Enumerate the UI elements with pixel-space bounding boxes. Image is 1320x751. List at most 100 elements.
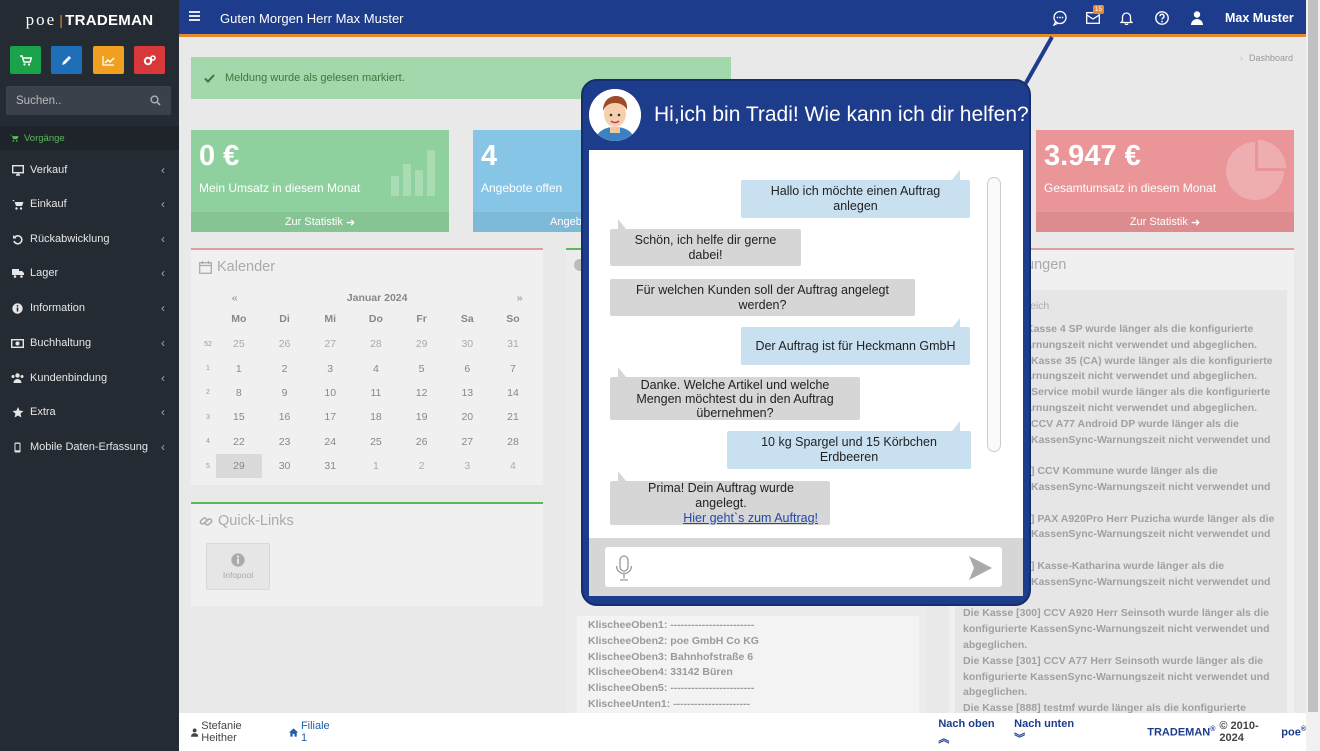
calendar-day[interactable]: 4: [353, 363, 399, 375]
calendar-day[interactable]: 25: [353, 436, 399, 448]
user-icon[interactable]: [1191, 11, 1203, 25]
chat-message-bot: Danke. Welche Artikel und welche Mengen …: [610, 377, 860, 420]
search-input[interactable]: Suchen..: [6, 86, 171, 115]
calendar-day[interactable]: 1: [353, 460, 399, 472]
send-icon[interactable]: [967, 555, 993, 581]
calendar-day[interactable]: 3: [444, 460, 490, 472]
chart-line-icon: [102, 55, 115, 66]
week-number: 4: [206, 438, 210, 446]
sidebar-section-vorgaenge[interactable]: Vorgänge: [0, 126, 179, 150]
weekday-label: Di: [279, 313, 290, 325]
user-name[interactable]: Max Muster: [1225, 11, 1294, 25]
quicklinks-title: Quick-Links: [218, 513, 294, 529]
sidebar-item-mobile-daten-erfassung[interactable]: Mobile Daten-Erfassung ‹: [0, 430, 179, 464]
calendar-day-today[interactable]: 29: [216, 454, 262, 479]
footer-branch-link[interactable]: Filiale 1: [301, 720, 335, 744]
star-icon: [12, 406, 23, 417]
sidebar-item-verkauf[interactable]: Verkauf ‹: [0, 153, 179, 187]
warning-line: abgeglichen.: [963, 638, 1028, 651]
sidebar-item-lager[interactable]: Lager ‹: [0, 256, 179, 290]
calendar-day[interactable]: 28: [490, 436, 536, 448]
week-number: 5: [206, 462, 210, 470]
calendar-day[interactable]: 24: [307, 436, 353, 448]
user-icon: [191, 727, 199, 737]
calendar-day[interactable]: 5: [399, 363, 445, 375]
calendar-day[interactable]: 31: [307, 460, 353, 472]
quick-cart-button[interactable]: [10, 46, 41, 74]
footer-brand: TRADEMAN®: [1147, 725, 1216, 739]
calendar-month[interactable]: Januar 2024: [255, 292, 499, 304]
top-header: Guten Morgen Herr Max Muster 15 Max Must…: [179, 0, 1306, 37]
page-scrollbar-thumb[interactable]: [1308, 0, 1318, 712]
calendar-day[interactable]: 10: [307, 387, 353, 399]
calendar-day[interactable]: 2: [262, 363, 308, 375]
nach-oben-link[interactable]: Nach oben ︽: [938, 718, 1002, 746]
tile-angebote-link[interactable]: Angeb: [473, 212, 583, 232]
calendar-day[interactable]: 6: [444, 363, 490, 375]
calendar-day[interactable]: 4: [490, 460, 536, 472]
nach-unten-link[interactable]: Nach unten ︾: [1014, 718, 1081, 746]
sidebar-item-kundenbindung[interactable]: Kundenbindung ‹: [0, 361, 179, 395]
calendar-day[interactable]: 11: [353, 387, 399, 399]
calendar-day[interactable]: 29: [399, 338, 445, 350]
quick-statistics-button[interactable]: [93, 46, 124, 74]
calendar-day[interactable]: 22: [216, 436, 262, 448]
calendar-day[interactable]: 17: [307, 411, 353, 423]
search-icon[interactable]: [150, 95, 161, 106]
calendar-day[interactable]: 20: [444, 411, 490, 423]
calendar-day[interactable]: 13: [444, 387, 490, 399]
sidebar-section-label: Vorgänge: [24, 132, 65, 144]
chat-icon[interactable]: [1052, 10, 1068, 26]
menu-toggle-icon[interactable]: [189, 11, 200, 21]
calendar-day[interactable]: 12: [399, 387, 445, 399]
calendar-day[interactable]: 14: [490, 387, 536, 399]
tile-statistik-link[interactable]: Zur Statistik ➜: [1036, 212, 1294, 232]
sidebar-item-extra[interactable]: Extra ‹: [0, 395, 179, 429]
sidebar-item-label: Extra: [30, 406, 56, 418]
calendar-day[interactable]: 1: [216, 363, 262, 375]
calendar-day[interactable]: 27: [307, 338, 353, 350]
sidebar-item-buchhaltung[interactable]: Buchhaltung ‹: [0, 326, 179, 360]
calendar-day[interactable]: 23: [262, 436, 308, 448]
tile-statistik-link[interactable]: Zur Statistik ➜: [191, 212, 449, 232]
calendar-prev-button[interactable]: «: [214, 292, 255, 304]
calendar-day[interactable]: 15: [216, 411, 262, 423]
chat-input[interactable]: [605, 547, 1002, 587]
brand-logo[interactable]: poe | TRADEMAN: [0, 0, 179, 40]
mobile-icon: [14, 442, 21, 452]
calendar-day[interactable]: 9: [262, 387, 308, 399]
calendar-next-button[interactable]: »: [499, 292, 540, 304]
calendar-day[interactable]: 25: [216, 338, 262, 350]
calendar-day[interactable]: 8: [216, 387, 262, 399]
calendar-day[interactable]: 30: [444, 338, 490, 350]
calendar-day[interactable]: 7: [490, 363, 536, 375]
calendar-day[interactable]: 31: [490, 338, 536, 350]
chat-scrollbar[interactable]: [987, 177, 1001, 452]
sidebar-item-rueckabwicklung[interactable]: Rückabwicklung ‹: [0, 222, 179, 256]
breadcrumb-dashboard[interactable]: Dashboard: [1249, 53, 1293, 63]
quick-settings-button[interactable]: [134, 46, 165, 74]
calendar-day[interactable]: 30: [262, 460, 308, 472]
warning-line: konfigurierte KassenSync-Warnungszeit ni…: [963, 670, 1270, 683]
calendar-day[interactable]: 26: [262, 338, 308, 350]
warnings-title: ungen: [1026, 257, 1067, 273]
microphone-icon[interactable]: [614, 555, 634, 582]
calendar-day[interactable]: 18: [353, 411, 399, 423]
bell-icon[interactable]: [1120, 11, 1133, 25]
sidebar-item-label: Kundenbindung: [30, 372, 108, 384]
quick-edit-button[interactable]: [51, 46, 82, 74]
quicklink-infopool[interactable]: Infopool: [206, 543, 270, 590]
calendar-day[interactable]: 27: [444, 436, 490, 448]
sidebar-item-einkauf[interactable]: Einkauf ‹: [0, 187, 179, 221]
calendar-day[interactable]: 3: [307, 363, 353, 375]
help-icon[interactable]: [1155, 11, 1169, 25]
calendar-day[interactable]: 19: [399, 411, 445, 423]
chat-order-link[interactable]: Hier geht`s zum Auftrag!: [683, 511, 818, 526]
calendar-day[interactable]: 28: [353, 338, 399, 350]
calendar-day[interactable]: 16: [262, 411, 308, 423]
sidebar-item-information[interactable]: Information ‹: [0, 291, 179, 325]
calendar-day[interactable]: 21: [490, 411, 536, 423]
gears-icon: [143, 54, 156, 65]
calendar-day[interactable]: 26: [399, 436, 445, 448]
calendar-day[interactable]: 2: [399, 460, 445, 472]
